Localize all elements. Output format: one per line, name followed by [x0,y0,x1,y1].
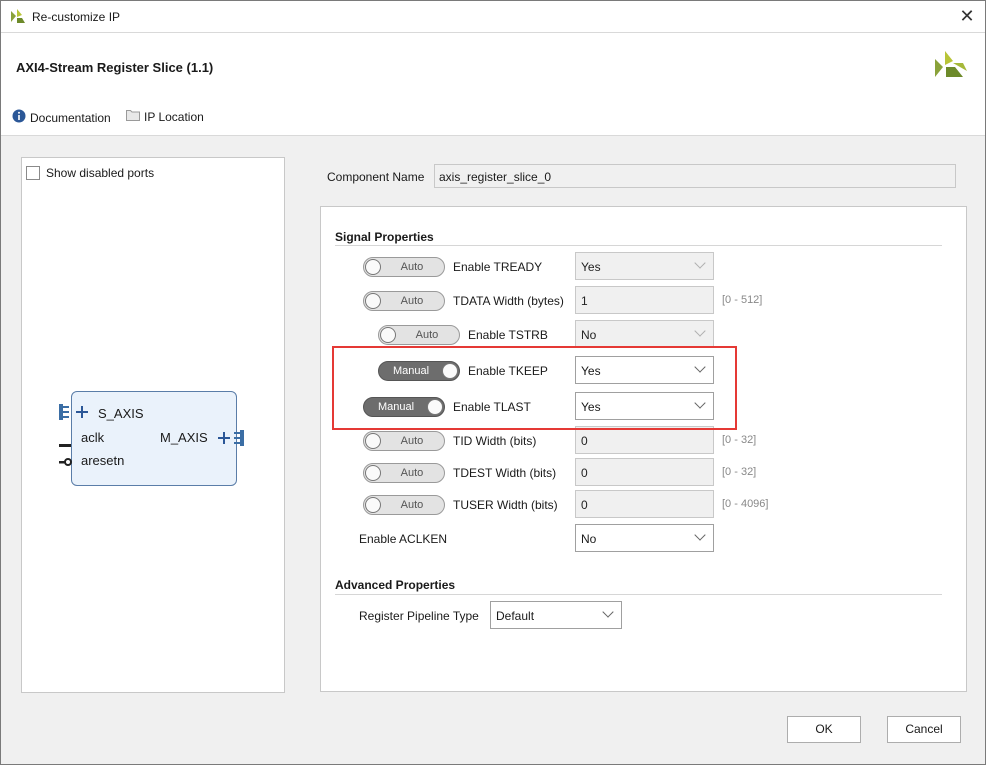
tdest-auto-toggle[interactable]: Auto [363,463,445,483]
highlight-annotation-box [332,346,737,430]
tid-width-input[interactable]: 0 [575,426,714,454]
toggle-label: Auto [400,295,424,307]
toggle-knob [365,497,381,513]
input-value: 1 [581,294,588,308]
window-title: Re-customize IP [32,10,121,24]
cancel-button[interactable]: Cancel [887,716,961,743]
enable-aclken-label: Enable ACLKEN [359,532,448,546]
chevron-down-icon [602,606,614,618]
m-axis-bus-icon [216,429,250,450]
component-name-input[interactable]: axis_register_slice_0 [434,164,956,188]
enable-tstrb-label: Enable TSTRB [468,328,548,342]
chevron-down-icon [694,529,706,541]
tuser-width-label: TUSER Width (bits) [453,498,558,512]
enable-tstrb-select[interactable]: No [575,320,714,348]
register-pipeline-type-select[interactable]: Default [490,601,622,629]
properties-panel: Signal Properties Auto Enable TREADY Yes… [320,206,967,692]
port-m-axis: M_AXIS [160,430,208,445]
ip-symbol-panel: Show disabled ports S_AXIS aclk aresetn … [21,157,285,693]
tdest-width-range: [0 - 32] [722,466,757,478]
tdata-width-range: [0 - 512] [722,294,763,306]
vivado-logo-icon [10,8,26,27]
toggle-label: Auto [415,329,439,341]
register-pipeline-type-label: Register Pipeline Type [359,609,479,623]
input-value: 0 [581,498,588,512]
select-value: Yes [581,260,601,274]
dialog-window: Re-customize IP ✕ AXI4-Stream Register S… [0,0,986,765]
ip-header: AXI4-Stream Register Slice (1.1) Documen… [1,33,985,136]
toggle-knob [365,259,381,275]
toggle-label: Auto [400,435,424,447]
enable-tready-select[interactable]: Yes [575,252,714,280]
tuser-auto-toggle[interactable]: Auto [363,495,445,515]
section-divider [335,594,942,595]
section-divider [335,245,942,246]
select-value: No [581,532,597,546]
tdata-width-label: TDATA Width (bytes) [453,294,564,308]
info-icon [12,109,26,126]
component-name-label: Component Name [327,170,425,184]
tdata-width-input[interactable]: 1 [575,286,714,314]
toggle-knob [365,465,381,481]
show-disabled-ports-label: Show disabled ports [46,166,155,180]
input-value: 0 [581,434,588,448]
ip-location-link[interactable]: IP Location [126,109,204,124]
aclk-pin-icon [59,436,71,450]
show-disabled-ports-checkbox[interactable]: Show disabled ports [26,166,154,180]
s-axis-bus-icon [59,403,93,424]
documentation-link[interactable]: Documentation [12,109,111,126]
tdest-width-label: TDEST Width (bits) [453,466,557,480]
input-value: 0 [581,466,588,480]
toggle-label: Auto [400,467,424,479]
toggle-knob [365,293,381,309]
xilinx-logo-icon [933,49,967,84]
tready-auto-toggle[interactable]: Auto [363,257,445,277]
tid-width-label: TID Width (bits) [453,434,537,448]
ip-block-symbol: S_AXIS aclk aresetn M_AXIS [71,391,237,486]
chevron-down-icon [694,325,706,337]
port-aresetn: aresetn [81,453,125,468]
tuser-width-input[interactable]: 0 [575,490,714,518]
aresetn-pin-icon [59,456,73,470]
ip-location-label: IP Location [144,109,204,124]
folder-icon [126,109,140,124]
tid-width-range: [0 - 32] [722,434,757,446]
advanced-properties-heading: Advanced Properties [335,578,456,592]
toggle-label: Auto [400,261,424,273]
tdata-auto-toggle[interactable]: Auto [363,291,445,311]
port-aclk: aclk [81,430,105,445]
title-bar: Re-customize IP ✕ [1,1,985,33]
select-value: Default [496,609,535,623]
toggle-label: Auto [400,499,424,511]
documentation-label: Documentation [30,110,111,125]
select-value: No [581,328,597,342]
chevron-down-icon [694,257,706,269]
checkbox-box[interactable] [26,166,40,180]
tstrb-auto-toggle[interactable]: Auto [378,325,460,345]
ok-button[interactable]: OK [787,716,861,743]
tid-auto-toggle[interactable]: Auto [363,431,445,451]
enable-tready-label: Enable TREADY [453,260,543,274]
tdest-width-input[interactable]: 0 [575,458,714,486]
ip-title: AXI4-Stream Register Slice (1.1) [16,60,214,75]
tuser-width-range: [0 - 4096] [722,498,769,510]
close-icon[interactable]: ✕ [957,6,977,26]
toggle-knob [380,327,396,343]
toggle-knob [365,433,381,449]
enable-aclken-select[interactable]: No [575,524,714,552]
signal-properties-heading: Signal Properties [335,230,434,244]
port-s-axis: S_AXIS [98,406,144,421]
